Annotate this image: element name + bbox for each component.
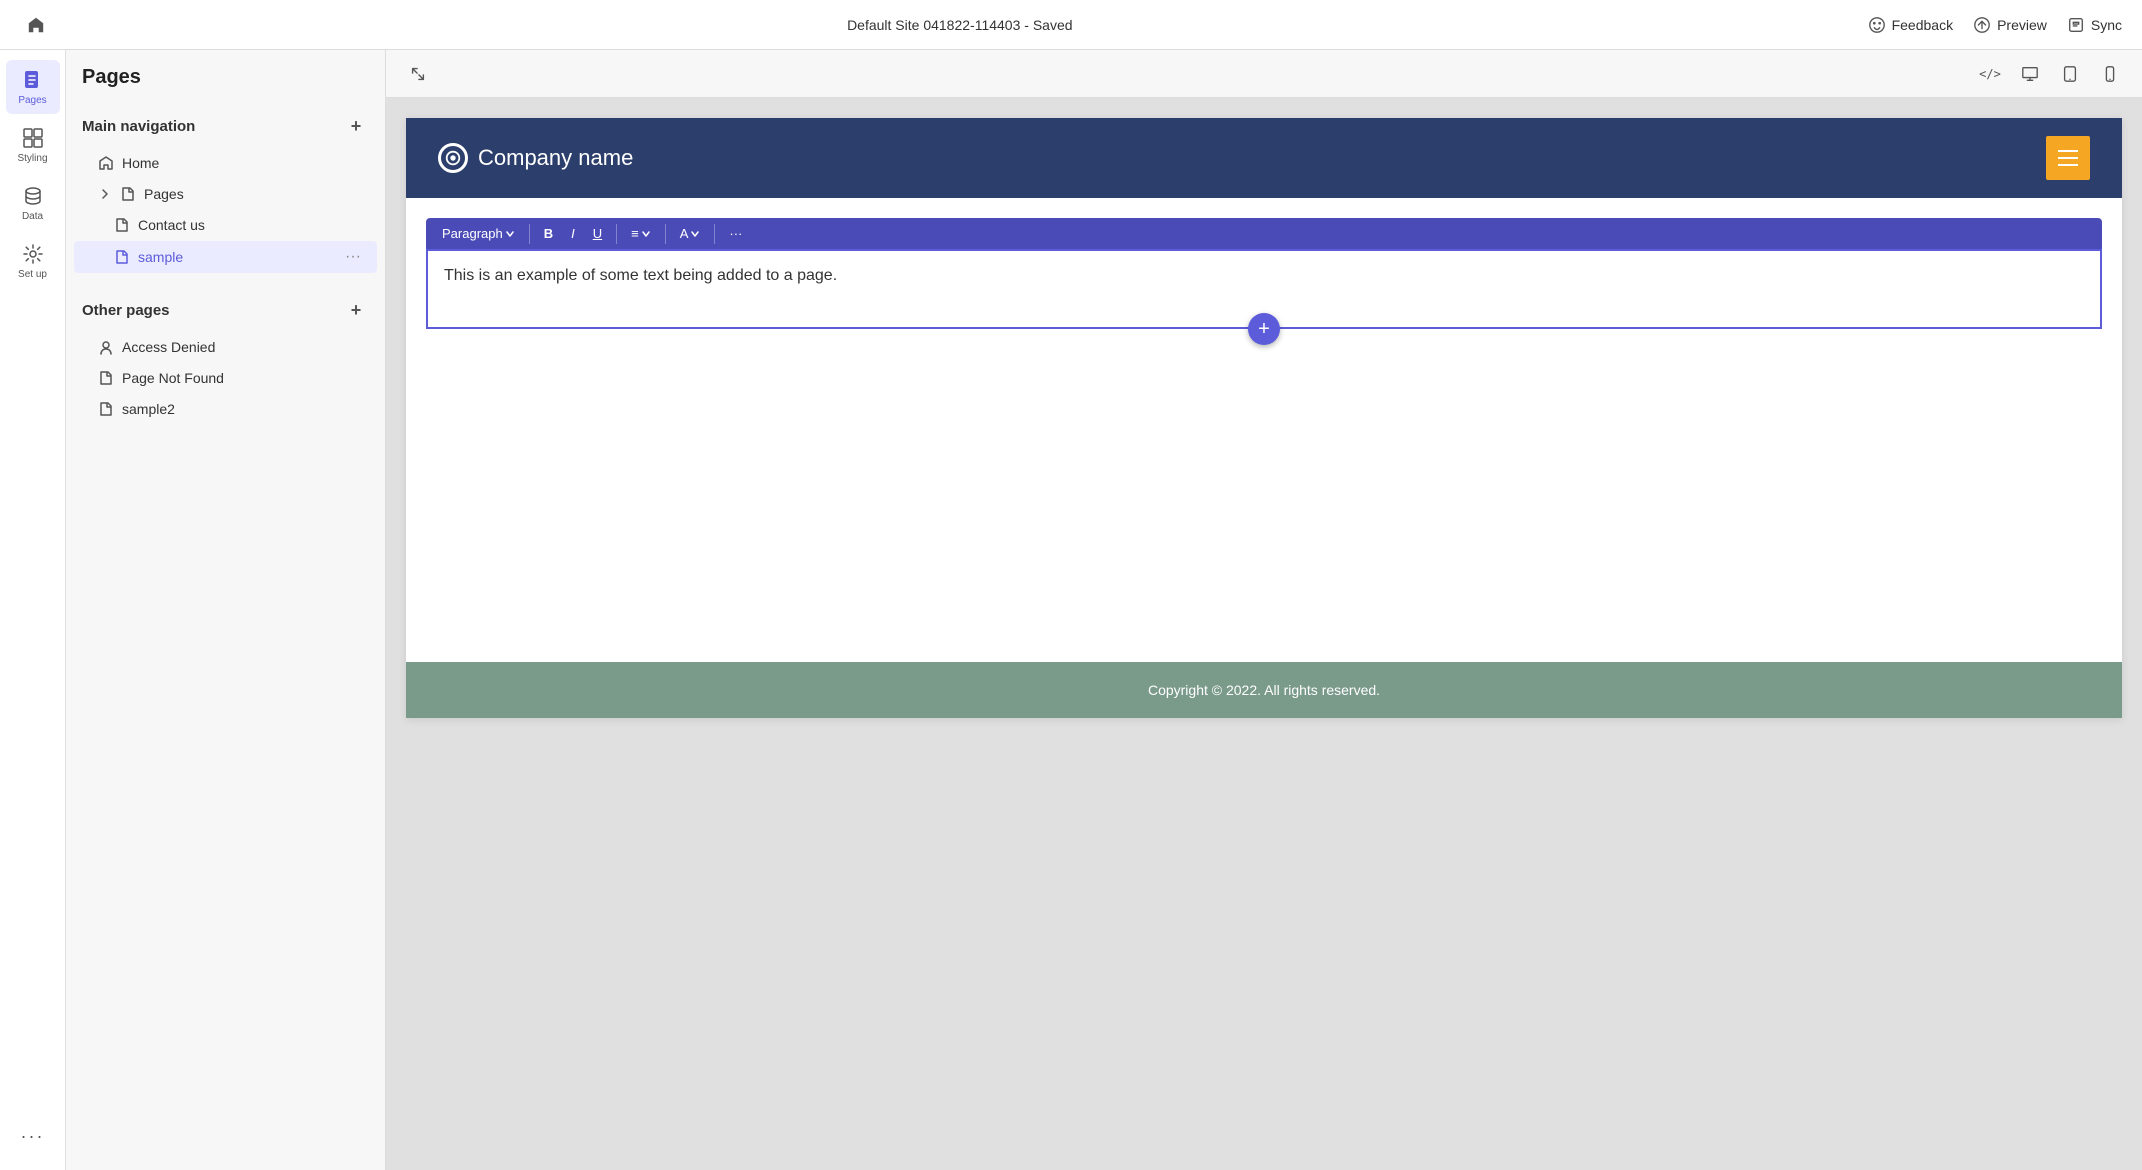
code-view-button[interactable]: </>	[1974, 58, 2006, 90]
nav-item-sample2[interactable]: sample2	[74, 394, 377, 424]
canvas-toolbar-left	[402, 58, 434, 90]
add-block-button[interactable]: +	[1248, 313, 1280, 345]
sync-button[interactable]: Sync	[2067, 16, 2122, 34]
text-editor-toolbar: Paragraph B I	[426, 218, 2102, 249]
content-spacer	[406, 362, 2122, 662]
paragraph-selector[interactable]: Paragraph	[434, 222, 523, 245]
underline-button[interactable]: U	[585, 222, 610, 245]
toolbar-divider	[616, 224, 617, 244]
hamburger-line	[2058, 164, 2078, 166]
nav-item-sample[interactable]: sample ···	[74, 241, 377, 273]
site-footer: Copyright © 2022. All rights reserved.	[406, 662, 2122, 718]
sidebar-item-setup[interactable]: Set up	[6, 234, 60, 288]
preview-button[interactable]: Preview	[1973, 16, 2047, 34]
site-header: Company name	[406, 118, 2122, 198]
nav-item-page-not-found[interactable]: Page Not Found	[74, 363, 377, 393]
site-logo: Company name	[438, 143, 633, 173]
main-navigation-header: Main navigation +	[66, 105, 385, 147]
nav-item-home[interactable]: Home	[74, 148, 377, 178]
canvas-toolbar-right: </>	[1974, 58, 2126, 90]
icon-sidebar: Pages Styling Data Set up	[0, 50, 66, 1170]
hamburger-line	[2058, 150, 2078, 152]
toolbar-divider	[714, 224, 715, 244]
hamburger-line	[2058, 157, 2078, 159]
top-bar: Default Site 041822-114403 - Saved Feedb…	[0, 0, 2142, 50]
home-icon-top[interactable]	[20, 9, 52, 41]
canvas-area: </>	[386, 50, 2142, 1170]
top-bar-right: Feedback Preview Sync	[1868, 16, 2122, 34]
pages-sidebar: Pages Main navigation + Home Pages	[66, 50, 386, 1170]
align-button[interactable]: ≡	[623, 222, 659, 245]
sidebar-item-data[interactable]: Data	[6, 176, 60, 230]
text-box-wrapper: This is an example of some text being ad…	[426, 249, 2102, 329]
hamburger-button[interactable]	[2046, 136, 2090, 180]
italic-button[interactable]: I	[563, 222, 583, 245]
resize-tool-button[interactable]	[402, 58, 434, 90]
toolbar-divider	[665, 224, 666, 244]
logo-icon	[438, 143, 468, 173]
other-pages-header: Other pages +	[66, 289, 385, 331]
mobile-view-button[interactable]	[2094, 58, 2126, 90]
font-button[interactable]: A	[672, 222, 709, 245]
sidebar-more-button[interactable]: ···	[6, 1118, 60, 1154]
add-main-nav-button[interactable]: +	[343, 113, 369, 139]
more-options-button[interactable]: ···	[721, 222, 750, 245]
site-content: Paragraph B I	[406, 198, 2122, 362]
sidebar-item-styling[interactable]: Styling	[6, 118, 60, 172]
page-preview: Company name Paragraph	[386, 98, 2142, 1170]
desktop-view-button[interactable]	[2014, 58, 2046, 90]
sidebar-item-pages[interactable]: Pages	[6, 60, 60, 114]
sample-more-button[interactable]: ···	[345, 248, 361, 266]
nav-item-contact-us[interactable]: Contact us	[74, 210, 377, 240]
preview-frame: Company name Paragraph	[406, 118, 2122, 718]
text-editor-container: Paragraph B I	[426, 218, 2102, 329]
nav-item-pages[interactable]: Pages	[74, 179, 377, 209]
nav-item-access-denied[interactable]: Access Denied	[74, 332, 377, 362]
toolbar-divider	[529, 224, 530, 244]
feedback-button[interactable]: Feedback	[1868, 16, 1953, 34]
bold-button[interactable]: B	[536, 222, 561, 245]
pages-title: Pages	[66, 66, 385, 105]
top-bar-left	[20, 9, 52, 41]
site-title: Default Site 041822-114403 - Saved	[847, 17, 1072, 33]
canvas-toolbar: </>	[386, 50, 2142, 98]
main-layout: Pages Styling Data Set up	[0, 50, 2142, 1170]
add-other-pages-button[interactable]: +	[343, 297, 369, 323]
tablet-view-button[interactable]	[2054, 58, 2086, 90]
